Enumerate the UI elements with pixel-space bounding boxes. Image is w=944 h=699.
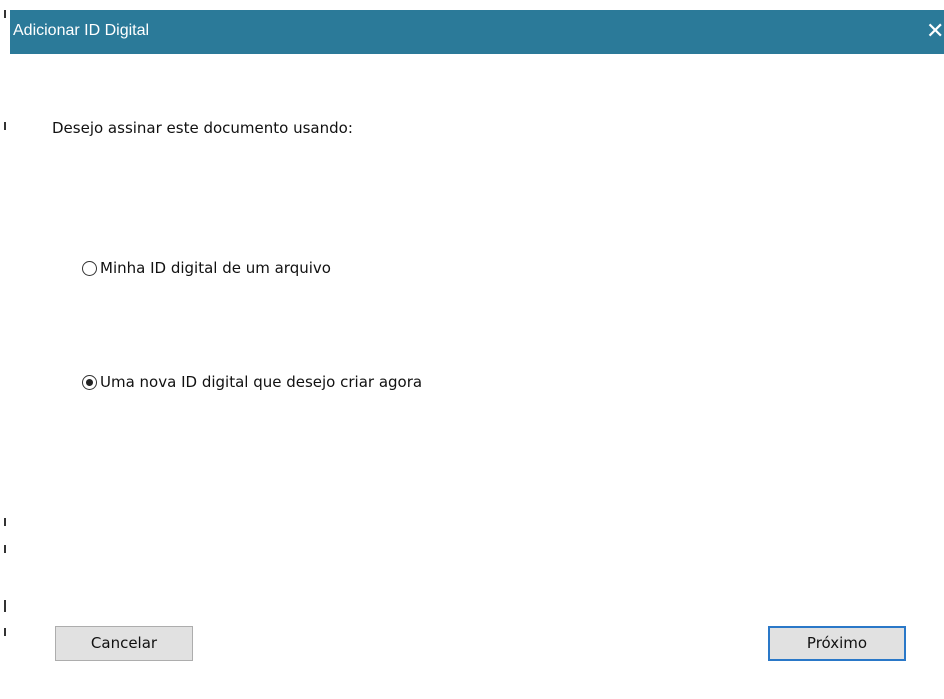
radio-button-unchecked[interactable] (82, 260, 97, 276)
dialog-prompt: Desejo assinar este documento usando: (52, 119, 353, 137)
next-button[interactable]: Próximo (768, 626, 906, 661)
radio-option-new-id[interactable]: Uma nova ID digital que desejo criar ago… (82, 371, 422, 393)
background-mark (4, 545, 6, 553)
radio-option-label: Minha ID digital de um arquivo (100, 259, 331, 277)
dialog-title: Adicionar ID Digital (13, 22, 150, 39)
background-mark (4, 518, 6, 526)
dialog-titlebar[interactable]: Adicionar ID Digital ✕ (10, 10, 944, 54)
radio-option-file-id[interactable]: Minha ID digital de um arquivo (82, 257, 331, 279)
background-mark (4, 122, 6, 130)
cancel-button[interactable]: Cancelar (55, 626, 193, 661)
radio-option-label: Uma nova ID digital que desejo criar ago… (100, 373, 423, 391)
background-mark (4, 600, 6, 612)
background-mark (4, 628, 6, 636)
add-digital-id-dialog: Adicionar ID Digital ✕ Desejo assinar es… (10, 0, 944, 699)
close-icon[interactable]: ✕ (926, 10, 944, 54)
radio-button-checked[interactable] (82, 374, 97, 390)
background-mark (4, 10, 6, 18)
